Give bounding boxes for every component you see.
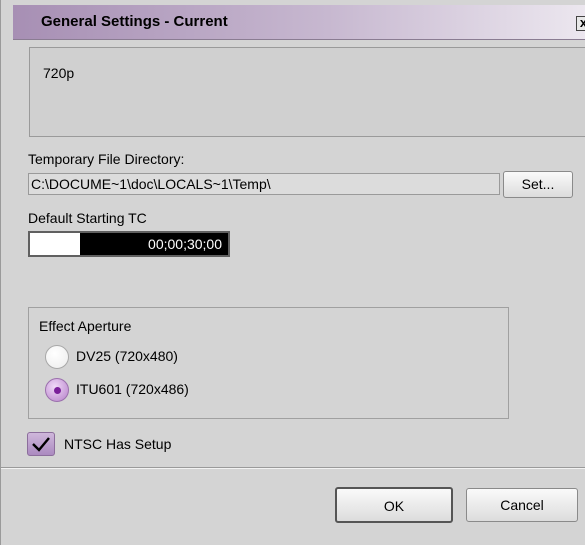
effect-aperture-label: Effect Aperture	[39, 318, 132, 334]
set-button[interactable]: Set...	[503, 171, 573, 198]
format-text: 720p	[43, 65, 75, 81]
footer-divider-highlight	[1, 468, 585, 469]
start-tc-value: 00;00;30;00	[80, 233, 228, 255]
checkmark-icon	[32, 437, 50, 452]
temp-dir-path-field[interactable]: C:\DOCUME~1\doc\LOCALS~1\Temp\	[28, 173, 500, 195]
radio-selected-dot	[54, 387, 61, 394]
temp-dir-label: Temporary File Directory:	[28, 151, 185, 167]
radio-itu601[interactable]	[45, 378, 69, 402]
ntsc-setup-checkbox[interactable]	[27, 432, 55, 456]
start-tc-field[interactable]: 00;00;30;00	[28, 231, 230, 257]
radio-itu601-label[interactable]: ITU601 (720x486)	[76, 381, 189, 397]
close-icon[interactable]: x	[576, 16, 585, 31]
format-info-box: 720p	[29, 47, 585, 137]
cancel-button[interactable]: Cancel	[466, 488, 578, 522]
radio-dv25[interactable]	[45, 345, 69, 369]
start-tc-label: Default Starting TC	[28, 210, 147, 226]
settings-window: General Settings - Current x 720p Tempor…	[0, 0, 585, 545]
effect-aperture-group: Effect Aperture DV25 (720x480) ITU601 (7…	[28, 307, 509, 419]
ntsc-setup-label[interactable]: NTSC Has Setup	[64, 436, 171, 452]
ok-button[interactable]: OK	[335, 487, 453, 523]
radio-dv25-label[interactable]: DV25 (720x480)	[76, 348, 178, 364]
title-bar[interactable]: General Settings - Current x	[13, 5, 585, 40]
window-title: General Settings - Current	[41, 13, 228, 30]
